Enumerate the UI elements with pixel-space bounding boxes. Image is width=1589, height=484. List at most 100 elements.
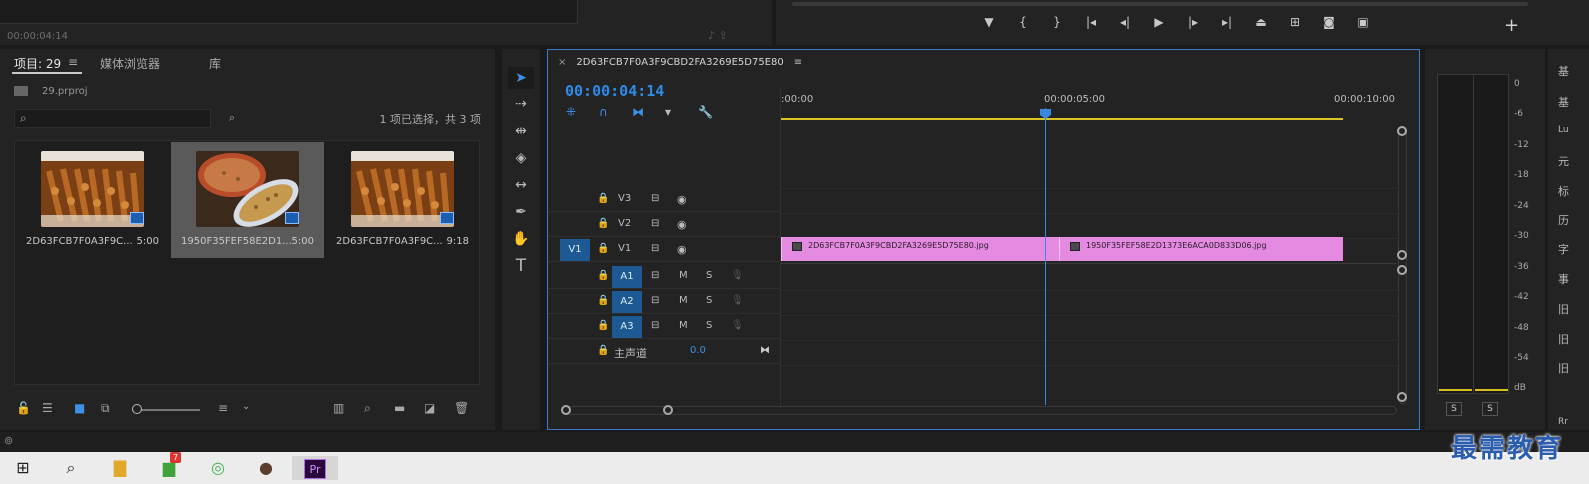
ripple-edit-tool-icon[interactable]: ⇹: [508, 120, 534, 142]
windows-start-icon[interactable]: ⊞: [10, 456, 36, 480]
creative-cloud-icon[interactable]: ⊚: [4, 434, 13, 447]
add-button[interactable]: +: [1504, 15, 1519, 36]
tab-library[interactable]: 库: [209, 55, 221, 72]
go-to-in-icon[interactable]: |◂: [1074, 15, 1108, 29]
automate-icon[interactable]: ▥: [333, 401, 344, 415]
timeline-clip[interactable]: 1950F35FEF58E2D1373E6ACA0D833D06.jpg: [1059, 237, 1343, 261]
new-item-icon[interactable]: ◪: [424, 401, 435, 415]
sync-lock-icon[interactable]: ⊟: [651, 218, 659, 229]
timeline-tab[interactable]: × 2D63FCB7F0A3F9CBD2FA3269E5D75E80 ≡: [558, 57, 802, 68]
panel-tab[interactable]: 元: [1558, 153, 1569, 169]
new-bin-icon[interactable]: ⌕: [229, 111, 235, 125]
lift-icon[interactable]: ⏏: [1244, 15, 1278, 29]
panel-tab[interactable]: 历: [1558, 212, 1569, 228]
lock-icon[interactable]: 🔓: [16, 401, 31, 415]
track-target-a2[interactable]: A2: [612, 291, 642, 313]
marker-icon[interactable]: ▼: [972, 15, 1006, 29]
scrollbar-knob[interactable]: [1397, 250, 1407, 260]
eye-icon[interactable]: ◉: [677, 243, 687, 256]
track-lock-icon[interactable]: 🔒: [597, 270, 609, 281]
track-select-tool-icon[interactable]: ⇢: [508, 93, 534, 115]
razor-tool-icon[interactable]: ◈: [508, 147, 534, 169]
source-timecode[interactable]: 00:00:04:14: [7, 31, 68, 42]
scrollbar-knob[interactable]: [1397, 392, 1407, 402]
eye-icon[interactable]: ◉: [677, 218, 687, 231]
nest-icon[interactable]: ⁜: [566, 105, 599, 119]
mute-button[interactable]: M: [679, 295, 688, 306]
freeform-view-icon[interactable]: ⧉: [101, 401, 110, 416]
source-monitor-viewer[interactable]: [0, 0, 578, 24]
solo-right-button[interactable]: S: [1482, 402, 1498, 416]
source-patch-v1[interactable]: V1: [560, 239, 590, 261]
solo-button[interactable]: S: [706, 295, 712, 306]
add-marker-icon[interactable]: ▾: [665, 105, 698, 119]
eye-icon[interactable]: ◉: [677, 193, 687, 206]
track-target-a1[interactable]: A1: [612, 266, 642, 288]
play-icon[interactable]: ▶: [1142, 15, 1176, 29]
mic-icon[interactable]: 🎙: [731, 295, 744, 306]
icon-view-icon[interactable]: ■: [74, 401, 85, 415]
mic-icon[interactable]: 🎙: [731, 320, 744, 331]
work-area-bar[interactable]: [781, 118, 1343, 120]
slip-tool-icon[interactable]: ↔: [508, 174, 534, 196]
track-lock-icon[interactable]: 🔒: [597, 193, 609, 204]
tab-media-browser[interactable]: 媒体浏览器: [100, 55, 160, 72]
snap-icon[interactable]: ∩: [599, 105, 632, 119]
step-forward-icon[interactable]: |▸: [1176, 15, 1210, 29]
mic-icon[interactable]: 🎙: [731, 270, 744, 281]
photo-app-icon[interactable]: ●: [253, 456, 279, 480]
premiere-taskbar-item[interactable]: Pr: [292, 456, 338, 480]
panel-tab[interactable]: 旧: [1558, 360, 1569, 376]
sync-lock-icon[interactable]: ⊟: [651, 243, 659, 254]
go-to-end-icon[interactable]: ⧓: [760, 345, 770, 356]
track-lock-icon[interactable]: 🔒: [597, 320, 609, 331]
horizontal-scrollbar[interactable]: [564, 406, 1397, 415]
time-ruler[interactable]: :00:00 00:00:05:00 00:00:10:00: [781, 86, 1397, 122]
step-back-icon[interactable]: ◂|: [1108, 15, 1142, 29]
panel-tab[interactable]: Lu: [1558, 125, 1569, 135]
panel-tab[interactable]: 基: [1558, 94, 1569, 110]
compare-icon[interactable]: ▣: [1346, 15, 1380, 29]
search-field[interactable]: [35, 111, 205, 126]
find-icon[interactable]: ⌕: [364, 401, 371, 416]
panel-tab[interactable]: Rr: [1558, 417, 1568, 427]
track-target-a3[interactable]: A3: [612, 316, 642, 338]
scrollbar-knob[interactable]: [1397, 265, 1407, 275]
panel-tab[interactable]: 基: [1558, 63, 1569, 79]
track-lock-icon[interactable]: 🔒: [597, 243, 609, 254]
tab-project[interactable]: 项目: 29: [14, 55, 61, 72]
panel-tab[interactable]: 标: [1558, 183, 1569, 199]
solo-left-button[interactable]: S: [1446, 402, 1462, 416]
panel-menu-icon[interactable]: ≡: [794, 57, 802, 68]
media-item-selected[interactable]: 1950F35FEF58E2D1... 5:00: [171, 142, 324, 258]
mark-in-icon[interactable]: {: [1006, 15, 1040, 29]
panel-tab[interactable]: 旧: [1558, 301, 1569, 317]
sync-lock-icon[interactable]: ⊟: [651, 193, 659, 204]
trash-icon[interactable]: 🗑: [454, 401, 469, 415]
settings-wrench-icon[interactable]: 🔧: [698, 105, 731, 119]
type-tool-icon[interactable]: T: [508, 255, 534, 277]
program-scrubber[interactable]: [792, 2, 1528, 6]
playhead-line[interactable]: [1045, 108, 1046, 405]
panel-tab[interactable]: 事: [1558, 271, 1569, 287]
search-icon[interactable]: ⌕: [58, 456, 84, 480]
panel-tab[interactable]: 旧: [1558, 331, 1569, 347]
file-explorer-icon[interactable]: ▇: [107, 456, 133, 480]
extract-icon[interactable]: ⊞: [1278, 15, 1312, 29]
panel-menu-icon[interactable]: ≡: [68, 55, 78, 69]
list-view-icon[interactable]: ☰: [42, 401, 53, 415]
track-lock-icon[interactable]: 🔒: [597, 218, 609, 229]
browser-icon[interactable]: ◎: [205, 456, 231, 480]
scrollbar-knob[interactable]: [1397, 126, 1407, 136]
mute-button[interactable]: M: [679, 320, 688, 331]
new-bin-folder-icon[interactable]: ▬: [394, 401, 405, 415]
hand-tool-icon[interactable]: ✋: [508, 228, 534, 250]
search-input[interactable]: ⌕: [14, 109, 211, 128]
sync-lock-icon[interactable]: ⊟: [651, 270, 659, 281]
source-export-icons[interactable]: ♪ ⇪: [708, 29, 728, 42]
track-lock-icon[interactable]: 🔒: [597, 345, 609, 356]
mute-button[interactable]: M: [679, 270, 688, 281]
playhead-timecode[interactable]: 00:00:04:14: [565, 82, 664, 100]
solo-button[interactable]: S: [706, 320, 712, 331]
panel-tab[interactable]: 字: [1558, 241, 1569, 257]
